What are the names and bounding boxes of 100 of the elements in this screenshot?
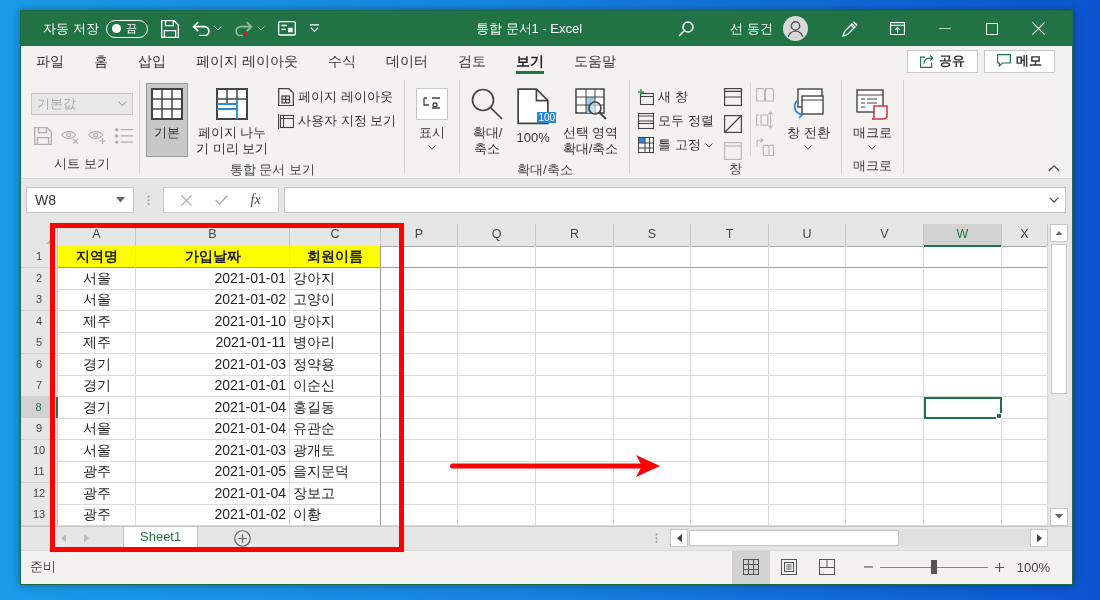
form-icon[interactable] (277, 21, 296, 36)
empty-cell (1002, 246, 1048, 268)
horizontal-scrollbar[interactable] (670, 529, 1048, 547)
page-break-preview-button[interactable]: 페이지 나누 기 미리 보기 (191, 83, 274, 161)
column-header[interactable]: U (769, 224, 846, 247)
ribbon-tab[interactable]: 검토 (442, 46, 501, 76)
chevron-up-icon[interactable] (1048, 165, 1060, 172)
group-label: 통합 문서 보기 (229, 161, 315, 179)
table-cell: 광주 (58, 461, 136, 483)
grid-icon (151, 88, 183, 120)
empty-cell (1002, 310, 1048, 333)
normal-view-button[interactable] (731, 550, 770, 584)
normal-view-button[interactable]: 기본 (146, 83, 188, 157)
ribbon-tab[interactable]: 홈 (79, 46, 123, 76)
maximize-icon[interactable] (985, 22, 998, 35)
empty-cell (1002, 418, 1048, 440)
vertical-scrollbar[interactable] (1050, 224, 1068, 526)
ribbon-tab[interactable]: 파일 (21, 46, 79, 76)
fill-handle-icon[interactable] (996, 412, 1002, 419)
sheet-tab[interactable]: Sheet1 (123, 526, 199, 550)
column-header[interactable]: S (614, 224, 691, 247)
ribbon-tab[interactable]: 데이터 (370, 46, 443, 76)
table-cell: 을지문덕 (290, 461, 381, 483)
show-button[interactable]: 표시 (411, 83, 454, 157)
switch-windows-button[interactable]: 창 전환 (781, 83, 835, 157)
column-header[interactable]: W (924, 224, 1002, 247)
hide-window-icon[interactable] (723, 115, 742, 133)
ribbon-display-options-icon[interactable] (890, 21, 905, 36)
pen-icon[interactable] (842, 20, 858, 37)
plus-icon[interactable] (994, 562, 1004, 572)
group-label: 창 (728, 160, 742, 178)
insert-function-button[interactable]: fx (250, 192, 261, 208)
table-cell: 서울 (58, 439, 136, 462)
close-icon[interactable] (1032, 22, 1045, 35)
scrollbar-thumb[interactable] (1051, 244, 1067, 394)
up-triangle-icon[interactable] (1055, 230, 1063, 236)
header-cell: 지역명 (58, 246, 136, 268)
freeze-panes-button[interactable]: 틀 고정 (636, 134, 716, 156)
switch-windows-icon (792, 88, 825, 120)
table-cell: 경기 (58, 396, 136, 419)
dropdown-triangle-icon[interactable] (1055, 514, 1063, 519)
header-cell: 가입날짜 (136, 246, 290, 268)
table-cell: 서울 (58, 267, 136, 290)
minus-icon[interactable] (863, 566, 873, 569)
page-layout-button[interactable]: 페이지 레이아웃 (276, 86, 399, 108)
table-cell: 2021-01-10 (136, 310, 290, 333)
caret-icon[interactable] (1049, 197, 1059, 203)
minimize-icon[interactable] (938, 27, 951, 30)
ribbon-tab[interactable]: 삽입 (123, 46, 181, 76)
column-header[interactable]: X (1002, 224, 1048, 247)
table-cell: 2021-01-01 (136, 267, 290, 290)
avatar-icon[interactable] (783, 16, 808, 41)
group-label: 매크로 (852, 157, 892, 175)
zoom-level-label[interactable]: 100% (1016, 559, 1050, 575)
column-header[interactable]: T (691, 224, 769, 247)
custom-views-button[interactable]: 사용자 지정 보기 (276, 110, 399, 132)
ribbon-tab[interactable]: 보기 (500, 46, 559, 76)
scrollbar-thumb[interactable] (689, 530, 899, 546)
caret-icon (118, 101, 127, 107)
share-button[interactable]: 공유 (907, 49, 978, 73)
column-header[interactable]: R (536, 224, 614, 247)
zoom-to-selection-button[interactable]: 선택 영역 확대/축소 (557, 83, 624, 161)
macros-button[interactable]: 매크로 (847, 83, 897, 157)
drag-handle-icon[interactable] (147, 194, 150, 206)
column-header[interactable]: Q (458, 224, 536, 247)
page-break-icon (818, 559, 835, 576)
undo-icon[interactable] (191, 20, 210, 37)
drag-handle-icon[interactable] (655, 532, 658, 544)
check-icon[interactable] (214, 194, 228, 206)
table-cell: 망아지 (290, 310, 381, 333)
autosave-label: 자동 저장 (43, 19, 99, 38)
ribbon-tab[interactable]: 도움말 (558, 46, 631, 76)
right-triangle-icon[interactable] (1036, 533, 1042, 543)
formula-input[interactable] (284, 187, 1066, 213)
customize-toolbar-icon[interactable] (308, 24, 320, 33)
group-label: 확대/축소 (517, 161, 573, 179)
comment-button[interactable]: 메모 (984, 49, 1055, 73)
zoom-button[interactable]: 확대/ 축소 (466, 83, 509, 161)
freeze-panes-icon (638, 137, 655, 153)
arrange-all-button[interactable]: 모두 정렬 (636, 110, 716, 132)
empty-cell (1002, 482, 1048, 505)
search-icon[interactable] (678, 20, 695, 37)
split-icon[interactable] (723, 88, 742, 106)
zoom-slider-thumb[interactable] (930, 560, 937, 575)
custom-views-icon (278, 113, 295, 129)
table-cell: 2021-01-02 (136, 289, 290, 311)
table-cell: 제주 (58, 310, 136, 333)
empty-cell (1002, 353, 1048, 376)
ribbon-tab[interactable]: 수식 (312, 46, 371, 76)
left-triangle-icon[interactable] (676, 533, 682, 543)
name-box[interactable]: W8 (26, 187, 134, 213)
ribbon-tab[interactable]: 페이지 레이아웃 (181, 46, 313, 76)
plus-circle-icon[interactable] (234, 529, 252, 547)
table-cell: 서울 (58, 418, 136, 440)
zoom-100-button[interactable]: 100 100% (511, 83, 555, 157)
new-window-button[interactable]: 새 창 (636, 86, 716, 108)
column-header[interactable]: V (846, 224, 924, 247)
selected-cell[interactable] (924, 396, 1002, 419)
empty-cell (1002, 332, 1048, 354)
table-cell: 2021-01-04 (136, 482, 290, 505)
